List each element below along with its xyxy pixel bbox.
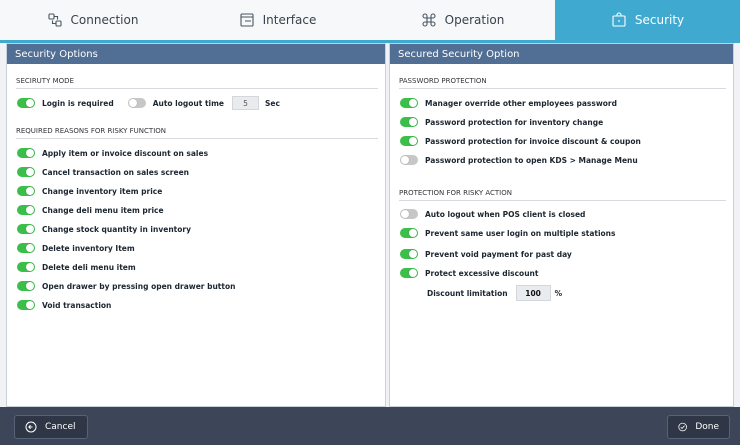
divider bbox=[16, 138, 378, 139]
done-button-label: Done bbox=[695, 422, 719, 432]
toggle-label: Cancel transaction on sales screen bbox=[42, 167, 190, 177]
toggle-label: Auto logout when POS client is closed bbox=[425, 209, 586, 219]
section-title: SECIRUTY MODE bbox=[16, 77, 74, 85]
toggle-label: Delete inventory Item bbox=[42, 243, 135, 253]
auto-logout-time-input[interactable]: 5 bbox=[232, 96, 260, 110]
connection-icon bbox=[47, 13, 62, 27]
toggle-row: Auto logout when POS client is closed bbox=[400, 209, 585, 219]
auto-logout-toggle[interactable] bbox=[127, 98, 146, 108]
login-required-toggle[interactable] bbox=[17, 98, 35, 108]
security-icon bbox=[612, 12, 626, 27]
toggle-row: Delete inventory Item bbox=[17, 243, 135, 253]
footer-bar: Cancel Done bbox=[0, 407, 740, 445]
tab-security[interactable]: Security bbox=[555, 0, 740, 40]
toggle-row: Open drawer by pressing open drawer butt… bbox=[17, 281, 235, 291]
toggle-row: Apply item or invoice discount on sales bbox=[17, 148, 208, 158]
toggle-row: Password protection for invoice discount… bbox=[400, 136, 641, 146]
toggle-row: Manager override other employees passwor… bbox=[400, 98, 617, 108]
toggle-switch[interactable] bbox=[17, 262, 35, 272]
cancel-button-label: Cancel bbox=[45, 422, 76, 432]
toggle-switch[interactable] bbox=[17, 186, 35, 196]
panel-title: Security Options bbox=[7, 44, 385, 64]
unit-label: Sec bbox=[265, 98, 280, 108]
toggle-label: Protect excessive discount bbox=[425, 268, 539, 278]
back-arrow-icon bbox=[25, 421, 37, 433]
discount-limitation-row: Discount limitation 100 % bbox=[427, 285, 562, 301]
section-title: REQUIRED REASONS FOR RISKY FUNCTION bbox=[16, 127, 167, 135]
divider bbox=[16, 88, 378, 89]
toggle-row: Prevent void payment for past day bbox=[400, 249, 572, 259]
section-title: PROTECTION FOR RISKY ACTION bbox=[399, 189, 512, 197]
toggle-row: Change deli menu item price bbox=[17, 205, 164, 215]
toggle-label: Open drawer by pressing open drawer butt… bbox=[42, 281, 236, 291]
toggle-switch[interactable] bbox=[400, 136, 418, 146]
cancel-button[interactable]: Cancel bbox=[14, 415, 88, 439]
toggle-row: Change stock quantity in inventory bbox=[17, 224, 191, 234]
toggle-row: Prevent same user login on multiple stat… bbox=[400, 228, 616, 238]
toggle-label: Void transaction bbox=[42, 300, 112, 310]
toggle-row: Delete deli menu item bbox=[17, 262, 136, 272]
tab-bar: Connection Interface Operation Security bbox=[0, 0, 740, 43]
toggle-label: Password protection to open KDS > Manage… bbox=[425, 155, 638, 165]
toggle-label: Password protection for inventory change bbox=[425, 117, 604, 127]
secured-security-option-panel: Secured Security Option PASSWORD PROTECT… bbox=[389, 43, 734, 407]
toggle-switch[interactable] bbox=[17, 148, 35, 158]
toggle-switch[interactable] bbox=[400, 268, 418, 278]
tab-label: Connection bbox=[70, 13, 139, 27]
toggle-label: Delete deli menu item bbox=[42, 262, 136, 272]
interface-icon bbox=[240, 13, 254, 27]
discount-limitation-input[interactable]: 100 bbox=[515, 285, 551, 301]
done-button[interactable]: Done bbox=[667, 415, 730, 439]
section-title: PASSWORD PROTECTION bbox=[399, 77, 487, 85]
toggle-label: Change inventory item price bbox=[42, 186, 163, 196]
tab-label: Security bbox=[634, 13, 685, 27]
toggle-switch[interactable] bbox=[400, 228, 418, 238]
toggle-label: Change deli menu item price bbox=[42, 205, 164, 215]
toggle-row: Password protection for inventory change bbox=[400, 117, 603, 127]
security-options-panel: Security Options SECIRUTY MODE Login is … bbox=[6, 43, 386, 407]
toggle-switch[interactable] bbox=[17, 300, 35, 310]
toggle-row: Void transaction bbox=[17, 300, 111, 310]
toggle-switch[interactable] bbox=[400, 209, 418, 219]
security-mode-row: Login is required Auto logout time 5 Sec bbox=[17, 96, 280, 110]
discount-limitation-label: Discount limitation bbox=[427, 288, 508, 298]
toggle-switch[interactable] bbox=[17, 167, 35, 177]
toggle-switch[interactable] bbox=[17, 224, 35, 234]
toggle-label: Password protection for invoice discount… bbox=[425, 136, 641, 146]
unit-label: % bbox=[554, 288, 563, 298]
command-icon bbox=[422, 13, 436, 27]
tab-connection[interactable]: Connection bbox=[0, 0, 185, 40]
toggle-row: Change inventory item price bbox=[17, 186, 162, 196]
toggle-switch[interactable] bbox=[17, 205, 35, 215]
toggle-label: Change stock quantity in inventory bbox=[42, 224, 191, 234]
divider bbox=[399, 88, 726, 89]
toggle-row: Password protection to open KDS > Manage… bbox=[400, 155, 638, 165]
toggle-label: Prevent void payment for past day bbox=[425, 249, 572, 259]
toggle-switch[interactable] bbox=[17, 281, 35, 291]
check-icon bbox=[678, 422, 687, 432]
tab-label: Operation bbox=[444, 13, 505, 27]
divider bbox=[399, 200, 726, 201]
tab-interface[interactable]: Interface bbox=[185, 0, 370, 40]
toggle-switch[interactable] bbox=[17, 243, 35, 253]
toggle-label: Manager override other employees passwor… bbox=[425, 98, 617, 108]
panel-title: Secured Security Option bbox=[390, 44, 733, 64]
toggle-label: Apply item or invoice discount on sales bbox=[42, 148, 209, 158]
tab-operation[interactable]: Operation bbox=[370, 0, 555, 40]
toggle-label: Login is required bbox=[42, 98, 114, 108]
toggle-label: Auto logout time bbox=[152, 98, 225, 108]
toggle-row: Protect excessive discount bbox=[400, 268, 538, 278]
tab-label: Interface bbox=[262, 13, 317, 27]
toggle-switch[interactable] bbox=[400, 155, 418, 165]
toggle-label: Prevent same user login on multiple stat… bbox=[425, 228, 616, 238]
toggle-switch[interactable] bbox=[400, 249, 418, 259]
toggle-switch[interactable] bbox=[400, 117, 418, 127]
toggle-switch[interactable] bbox=[400, 98, 418, 108]
toggle-row: Cancel transaction on sales screen bbox=[17, 167, 189, 177]
